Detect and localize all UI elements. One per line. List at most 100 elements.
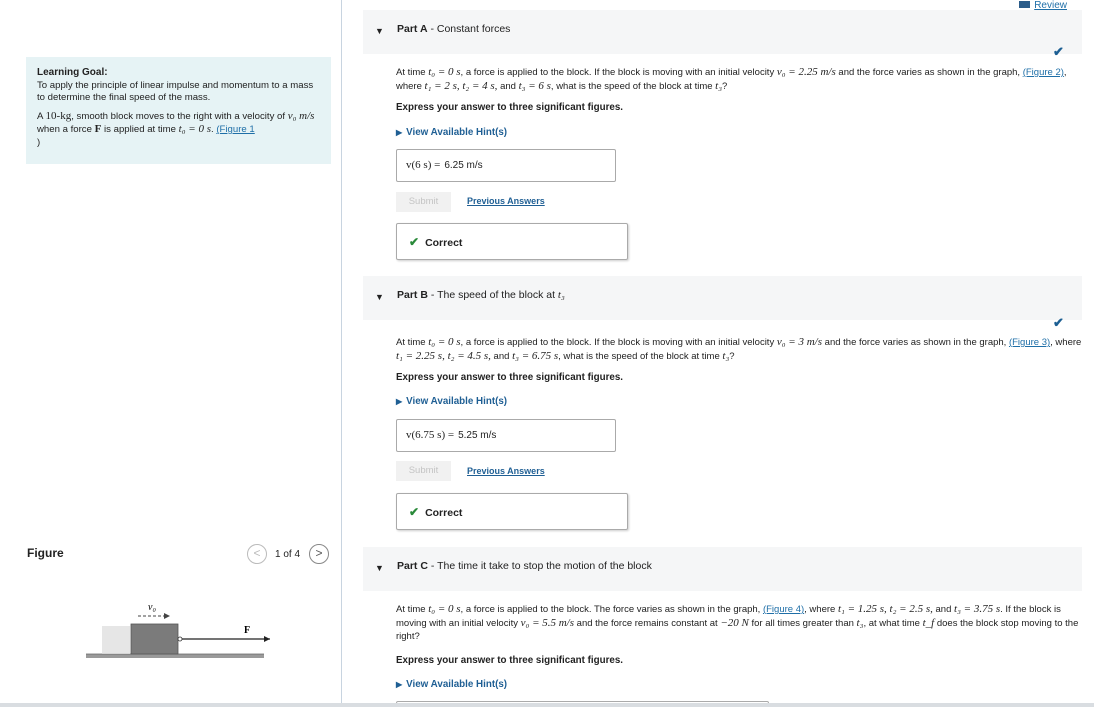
- part-a-check-icon: ✔: [1053, 44, 1064, 59]
- expand-triangle-icon: ▶: [396, 128, 403, 137]
- question-math: −20 N: [720, 616, 749, 629]
- question-math: t₃ = 6 s: [518, 79, 551, 92]
- part-c-header[interactable]: ▼ Part C - The time it take to stop the …: [363, 547, 1082, 591]
- part-b-header[interactable]: ▼ Part B - The speed of the block at t₃: [363, 276, 1082, 320]
- figure-2-link[interactable]: (Figure 2): [1023, 67, 1064, 78]
- question-text: and the force varies as shown in the gra…: [835, 67, 1023, 78]
- figure-next-button[interactable]: >: [309, 544, 329, 564]
- left-panel: Learning Goal: To apply the principle of…: [0, 0, 342, 707]
- learning-goal-heading: Learning Goal:: [37, 67, 108, 78]
- problem-text: A: [37, 110, 46, 122]
- part-b-submit-button[interactable]: Submit: [396, 461, 451, 481]
- question-math: v₀ = 5.5 m/s: [520, 616, 575, 629]
- part-a-instruction: Express your answer to three significant…: [396, 102, 624, 113]
- question-math: t₀ = 0 s: [428, 66, 461, 78]
- collapse-caret-icon[interactable]: ▼: [375, 563, 384, 573]
- block: [130, 623, 179, 655]
- part-b-correct-feedback: ✔ Correct: [396, 493, 628, 530]
- question-math: t₀ = 0 s: [428, 336, 461, 348]
- question-text: and the force remains constant at: [574, 617, 721, 629]
- correct-label: Correct: [425, 507, 463, 519]
- figure-header: Figure < 1 of 4 >: [26, 544, 331, 564]
- checkmark-icon: ✔: [409, 505, 420, 519]
- part-a-previous-answers-link[interactable]: Previous Answers: [467, 196, 545, 206]
- right-panel: Review ▼ Part A - Constant forces ✔ At t…: [343, 0, 1094, 707]
- question-math: t₁ = 1.25 s, t₂ = 2.5 s,: [837, 603, 933, 615]
- question-text: , a force is applied to the block. If th…: [460, 337, 777, 348]
- part-b-instruction: Express your answer to three significant…: [396, 372, 624, 383]
- part-letter: Part B: [397, 289, 428, 301]
- part-title-text: - The time it take to stop the motion of…: [427, 560, 652, 572]
- question-math: t_f: [922, 616, 935, 629]
- question-math: t₁ = 2.25 s, t₂ = 4.5 s,: [396, 349, 491, 362]
- part-letter: Part C: [397, 560, 428, 572]
- question-text: and: [497, 80, 519, 92]
- part-a-correct-feedback: ✔ Correct: [396, 223, 628, 260]
- part-c-question: At time t₀ = 0 s, a force is applied to …: [396, 603, 1086, 644]
- collapse-caret-icon[interactable]: ▼: [375, 26, 384, 36]
- question-math: t₀ = 0 s: [428, 603, 461, 615]
- figure-4-link[interactable]: (Figure 4): [763, 604, 804, 615]
- part-a-hint-link[interactable]: ▶ View Available Hint(s): [396, 127, 507, 138]
- expand-triangle-icon: ▶: [396, 680, 403, 689]
- part-a-title: Part A - Constant forces: [397, 23, 510, 35]
- part-b-check-icon: ✔: [1053, 315, 1064, 330]
- question-text: and: [490, 350, 513, 362]
- question-math: t₁ = 2 s, t₂ = 4 s,: [424, 79, 498, 92]
- figure-3-link[interactable]: (Figure 3): [1009, 337, 1050, 348]
- time-value: t₀ = 0 s: [178, 123, 212, 135]
- question-text: , where: [804, 604, 838, 615]
- question-text: , a force is applied to the block. The f…: [460, 604, 763, 615]
- part-title-math: t₃: [557, 289, 565, 301]
- question-math: v₀ = 2.25 m/s: [776, 66, 836, 78]
- question-text: ?: [729, 350, 735, 362]
- hint-label: View Available Hint(s): [406, 396, 508, 407]
- part-b-title: Part B - The speed of the block at t₃: [397, 289, 565, 301]
- mass-value: 10-kg: [45, 109, 72, 122]
- collapse-caret-icon[interactable]: ▼: [375, 292, 384, 302]
- problem-statement: A 10-kg, smooth block moves to the right…: [37, 110, 321, 150]
- answer-lhs: v(6.75 s) =: [406, 429, 455, 441]
- learning-goal-box: Learning Goal: To apply the principle of…: [26, 57, 331, 164]
- part-c-title: Part C - The time it take to stop the mo…: [397, 560, 652, 572]
- correct-label: Correct: [425, 237, 463, 249]
- force-arrowhead: [264, 636, 270, 642]
- question-math: v₀ = 3 m/s: [776, 336, 823, 348]
- part-a-submit-button[interactable]: Submit: [396, 192, 451, 212]
- question-text: and the force varies as shown in the gra…: [822, 337, 1009, 348]
- question-text: At time: [396, 67, 429, 78]
- part-b-question: At time t₀ = 0 s, a force is applied to …: [396, 336, 1086, 363]
- block-figure: v₀ F: [86, 602, 270, 658]
- ground-surface: [86, 654, 264, 658]
- question-text: , what is the speed of the block at time: [550, 80, 716, 92]
- question-text: for all times greater than: [748, 617, 857, 629]
- part-c-hint-link[interactable]: ▶ View Available Hint(s): [396, 679, 507, 690]
- checkmark-icon: ✔: [409, 235, 420, 249]
- hint-label: View Available Hint(s): [406, 127, 508, 138]
- problem-text: ): [37, 136, 41, 148]
- motion-blur: [102, 626, 130, 654]
- question-math: t₃: [715, 79, 723, 92]
- part-title-text: - Constant forces: [427, 23, 511, 35]
- part-b-answer-field[interactable]: v(6.75 s) = 5.25 m/s: [396, 419, 616, 452]
- bottom-scrollbar[interactable]: [0, 703, 1094, 707]
- answer-lhs: v(6 s) =: [406, 159, 441, 171]
- question-text: At time: [396, 337, 429, 348]
- book-icon: [1019, 1, 1031, 8]
- part-a-header[interactable]: ▼ Part A - Constant forces: [363, 10, 1082, 54]
- part-b-previous-answers-link[interactable]: Previous Answers: [467, 466, 545, 476]
- figure-prev-button[interactable]: <: [247, 544, 267, 564]
- question-text: , at what time: [863, 617, 923, 629]
- problem-text: is applied at time: [101, 124, 179, 135]
- figure-1-link[interactable]: (Figure 1: [216, 124, 254, 135]
- part-b-hint-link[interactable]: ▶ View Available Hint(s): [396, 396, 507, 407]
- force-pin: [177, 636, 183, 642]
- answer-value: 6.25 m/s: [444, 160, 483, 171]
- expand-triangle-icon: ▶: [396, 397, 403, 406]
- question-math: t₃ = 6.75 s: [512, 349, 559, 362]
- velocity-arrowhead: [164, 613, 170, 619]
- problem-text: , smooth block moves to the right with a…: [71, 110, 288, 122]
- part-a-answer-field[interactable]: v(6 s) = 6.25 m/s: [396, 149, 616, 182]
- question-text: At time: [396, 604, 429, 615]
- velocity-symbol: v₀ m/s: [287, 109, 315, 122]
